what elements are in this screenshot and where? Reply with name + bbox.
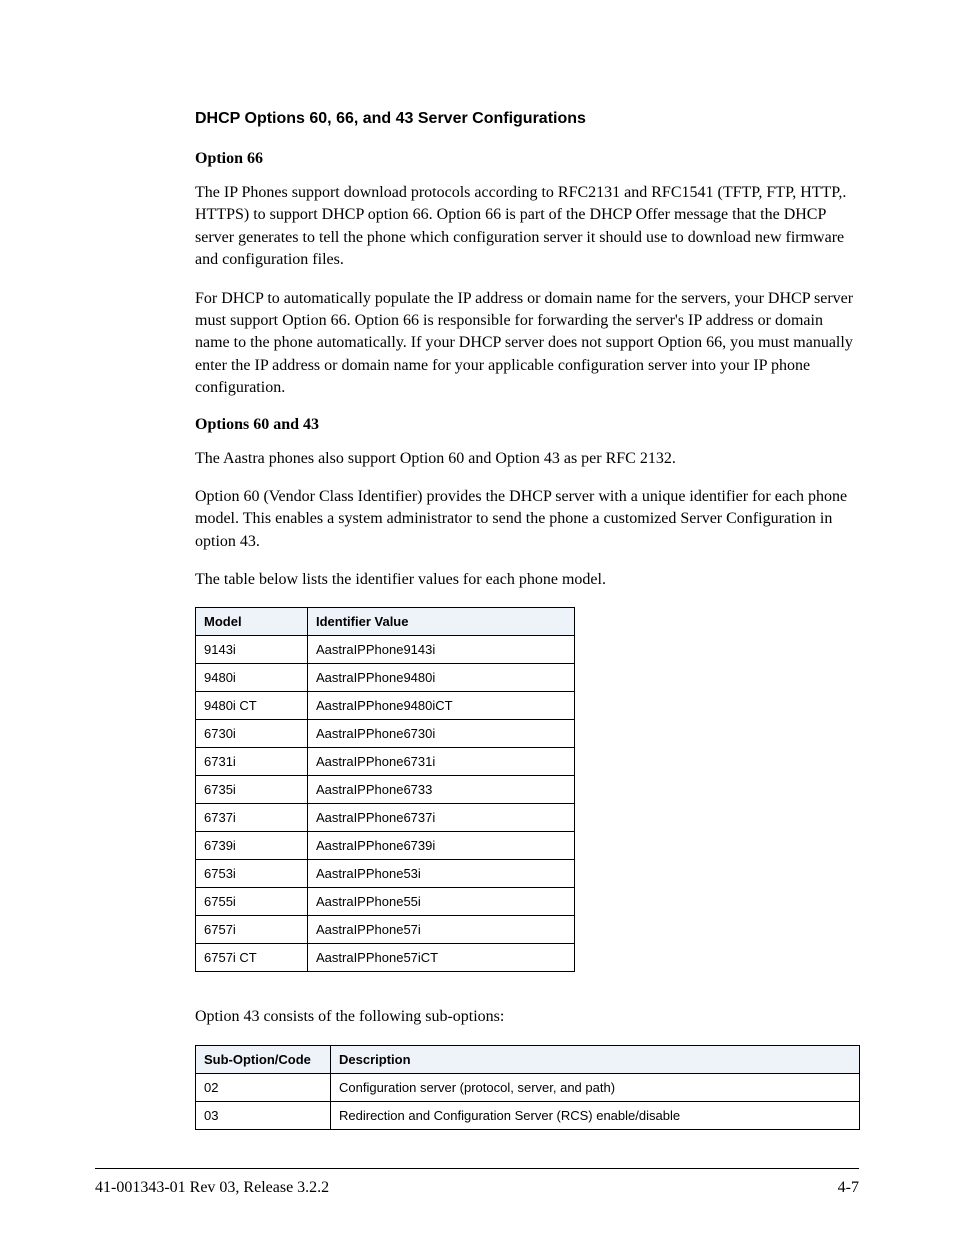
cell-value: AastraIPPhone6739i bbox=[308, 832, 575, 860]
cell-model: 6757i CT bbox=[196, 944, 308, 972]
table-row: 6757i CTAastraIPPhone57iCT bbox=[196, 944, 575, 972]
table-row: 6737iAastraIPPhone6737i bbox=[196, 804, 575, 832]
table-row: 6731iAastraIPPhone6731i bbox=[196, 748, 575, 776]
cell-value: AastraIPPhone55i bbox=[308, 888, 575, 916]
cell-code: 02 bbox=[196, 1073, 331, 1101]
cell-model: 9480i bbox=[196, 664, 308, 692]
body-paragraph: The table below lists the identifier val… bbox=[195, 569, 859, 591]
page-footer: 41-001343-01 Rev 03, Release 3.2.2 4-7 bbox=[95, 1168, 859, 1197]
table-row: 6757iAastraIPPhone57i bbox=[196, 916, 575, 944]
option66-heading: Option 66 bbox=[195, 150, 859, 168]
table-header: Model bbox=[196, 608, 308, 636]
body-paragraph: Option 43 consists of the following sub-… bbox=[195, 1006, 859, 1028]
cell-model: 6731i bbox=[196, 748, 308, 776]
table-row: 6753iAastraIPPhone53i bbox=[196, 860, 575, 888]
cell-model: 6735i bbox=[196, 776, 308, 804]
options6043-heading: Options 60 and 43 bbox=[195, 416, 859, 434]
cell-model: 9143i bbox=[196, 636, 308, 664]
footer-left: 41-001343-01 Rev 03, Release 3.2.2 bbox=[95, 1179, 329, 1197]
section-heading: DHCP Options 60, 66, and 43 Server Confi… bbox=[195, 110, 859, 128]
cell-value: AastraIPPhone57i bbox=[308, 916, 575, 944]
table-row: 9480iAastraIPPhone9480i bbox=[196, 664, 575, 692]
cell-model: 6755i bbox=[196, 888, 308, 916]
suboption-table: Sub-Option/Code Description 02Configurat… bbox=[195, 1045, 860, 1130]
table-row: 6730iAastraIPPhone6730i bbox=[196, 720, 575, 748]
cell-value: AastraIPPhone9143i bbox=[308, 636, 575, 664]
cell-model: 6757i bbox=[196, 916, 308, 944]
table-row: 6755iAastraIPPhone55i bbox=[196, 888, 575, 916]
cell-model: 6739i bbox=[196, 832, 308, 860]
cell-model: 6753i bbox=[196, 860, 308, 888]
table-row: 6735iAastraIPPhone6733 bbox=[196, 776, 575, 804]
identifier-table: Model Identifier Value 9143iAastraIPPhon… bbox=[195, 607, 575, 972]
cell-value: AastraIPPhone6737i bbox=[308, 804, 575, 832]
body-paragraph: The Aastra phones also support Option 60… bbox=[195, 448, 859, 470]
table-header: Description bbox=[331, 1045, 860, 1073]
cell-desc: Redirection and Configuration Server (RC… bbox=[331, 1101, 860, 1129]
table-row: 02Configuration server (protocol, server… bbox=[196, 1073, 860, 1101]
body-paragraph: Option 60 (Vendor Class Identifier) prov… bbox=[195, 486, 859, 553]
cell-value: AastraIPPhone6733 bbox=[308, 776, 575, 804]
table-row: 9143iAastraIPPhone9143i bbox=[196, 636, 575, 664]
body-paragraph: The IP Phones support download protocols… bbox=[195, 182, 859, 272]
cell-model: 6737i bbox=[196, 804, 308, 832]
footer-right: 4-7 bbox=[838, 1179, 859, 1197]
cell-model: 6730i bbox=[196, 720, 308, 748]
table-row: 9480i CTAastraIPPhone9480iCT bbox=[196, 692, 575, 720]
table-row: 6739iAastraIPPhone6739i bbox=[196, 832, 575, 860]
cell-value: AastraIPPhone57iCT bbox=[308, 944, 575, 972]
cell-code: 03 bbox=[196, 1101, 331, 1129]
table-header: Identifier Value bbox=[308, 608, 575, 636]
cell-value: AastraIPPhone9480i bbox=[308, 664, 575, 692]
table-row: 03Redirection and Configuration Server (… bbox=[196, 1101, 860, 1129]
cell-value: AastraIPPhone6730i bbox=[308, 720, 575, 748]
table-header: Sub-Option/Code bbox=[196, 1045, 331, 1073]
cell-value: AastraIPPhone9480iCT bbox=[308, 692, 575, 720]
body-paragraph: For DHCP to automatically populate the I… bbox=[195, 288, 859, 400]
cell-value: AastraIPPhone6731i bbox=[308, 748, 575, 776]
cell-value: AastraIPPhone53i bbox=[308, 860, 575, 888]
page: DHCP Options 60, 66, and 43 Server Confi… bbox=[0, 0, 954, 1235]
cell-model: 9480i CT bbox=[196, 692, 308, 720]
cell-desc: Configuration server (protocol, server, … bbox=[331, 1073, 860, 1101]
